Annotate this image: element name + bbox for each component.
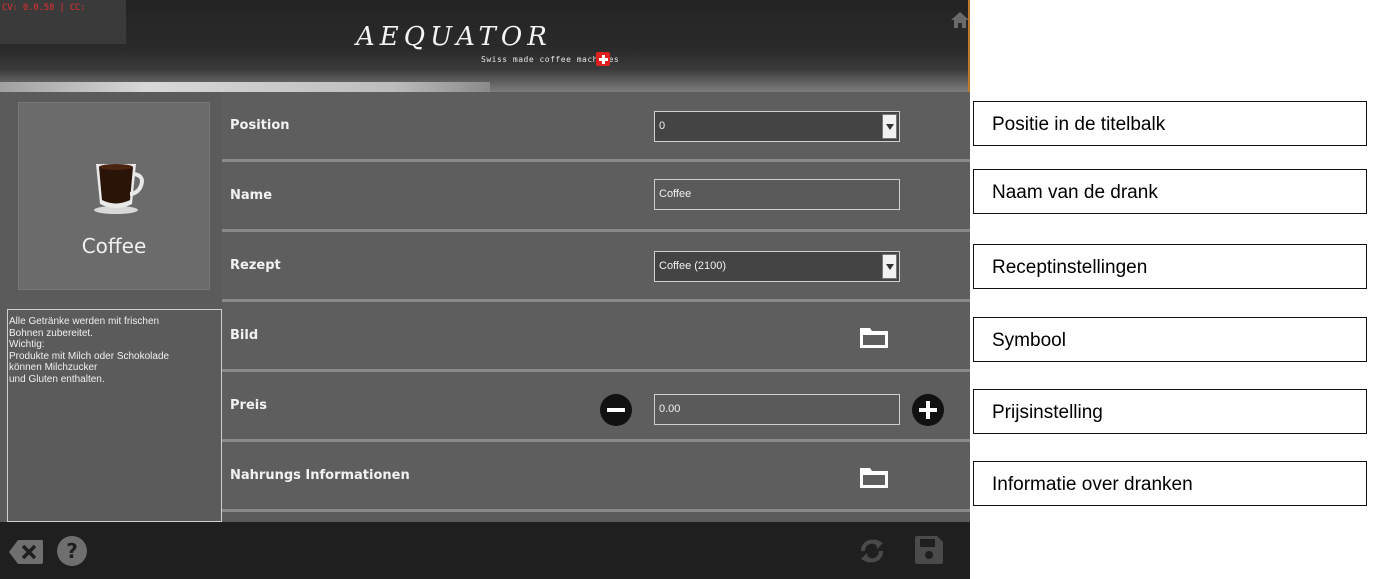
- annotation-symbol: Symbool: [973, 317, 1367, 362]
- backspace-icon[interactable]: [8, 539, 44, 565]
- header-bar: CV: 0.0.58 | CC: AEQUATOR Swiss made cof…: [0, 0, 970, 92]
- row-position: Position 0: [222, 92, 970, 162]
- name-value: Coffee: [659, 188, 692, 200]
- status-text: CV: 0.0.58 | CC:: [2, 3, 86, 13]
- rezept-select[interactable]: Coffee (2100): [654, 251, 900, 282]
- device-screen: CV: 0.0.58 | CC: AEQUATOR Swiss made cof…: [0, 0, 970, 579]
- annotation-recipe: Receptinstellingen: [973, 244, 1367, 289]
- allergen-info-text: Alle Getränke werden mit frischen Bohnen…: [7, 309, 222, 522]
- help-icon[interactable]: ?: [56, 535, 88, 567]
- save-icon[interactable]: [914, 535, 944, 565]
- chevron-down-icon[interactable]: [882, 254, 897, 279]
- preis-label: Preis: [230, 398, 267, 413]
- chevron-down-icon[interactable]: [882, 114, 897, 139]
- row-bild: Bild: [222, 302, 970, 372]
- aequator-logo: AEQUATOR Swiss made coffee machines: [356, 22, 621, 80]
- annotation-price: Prijsinstelling: [973, 389, 1367, 434]
- annotation-name: Naam van de drank: [973, 169, 1367, 214]
- coffee-cup-icon: [94, 164, 144, 214]
- position-select[interactable]: 0: [654, 111, 900, 142]
- annotation-drink-info: Informatie over dranken: [973, 461, 1367, 506]
- folder-icon[interactable]: [859, 325, 889, 349]
- price-input[interactable]: 0.00: [654, 394, 900, 425]
- position-value: 0: [659, 120, 666, 132]
- rezept-value: Coffee (2100): [659, 260, 727, 272]
- header-shine: [0, 82, 490, 92]
- home-icon[interactable]: [950, 10, 970, 30]
- settings-list: Position 0 Name Coffee Rezept Coffee (21…: [222, 92, 970, 522]
- minus-circle-icon[interactable]: [600, 394, 632, 426]
- bild-label: Bild: [230, 328, 259, 343]
- swiss-flag-icon: [596, 52, 610, 66]
- status-tab: CV: 0.0.58 | CC:: [0, 0, 126, 44]
- row-rezept: Rezept Coffee (2100): [222, 232, 970, 302]
- svg-text:?: ?: [66, 539, 78, 563]
- row-nahrung: Nahrungs Informationen: [222, 442, 970, 512]
- folder-icon[interactable]: [859, 465, 889, 489]
- name-label: Name: [230, 188, 273, 203]
- row-name: Name Coffee: [222, 162, 970, 232]
- name-input[interactable]: Coffee: [654, 179, 900, 210]
- footer-bar: ?: [0, 522, 970, 579]
- nahrung-label: Nahrungs Informationen: [230, 468, 410, 483]
- logo-wordmark: AEQUATOR: [356, 22, 552, 52]
- refresh-icon[interactable]: [857, 535, 887, 567]
- plus-circle-icon[interactable]: [912, 394, 944, 426]
- price-value: 0.00: [659, 403, 681, 415]
- annotation-position: Positie in de titelbalk: [973, 101, 1367, 146]
- position-label: Position: [230, 118, 290, 133]
- product-name-label: Coffee: [81, 234, 147, 258]
- product-preview-tile[interactable]: Coffee: [18, 102, 210, 290]
- row-preis: Preis 0.00: [222, 372, 970, 442]
- rezept-label: Rezept: [230, 258, 281, 273]
